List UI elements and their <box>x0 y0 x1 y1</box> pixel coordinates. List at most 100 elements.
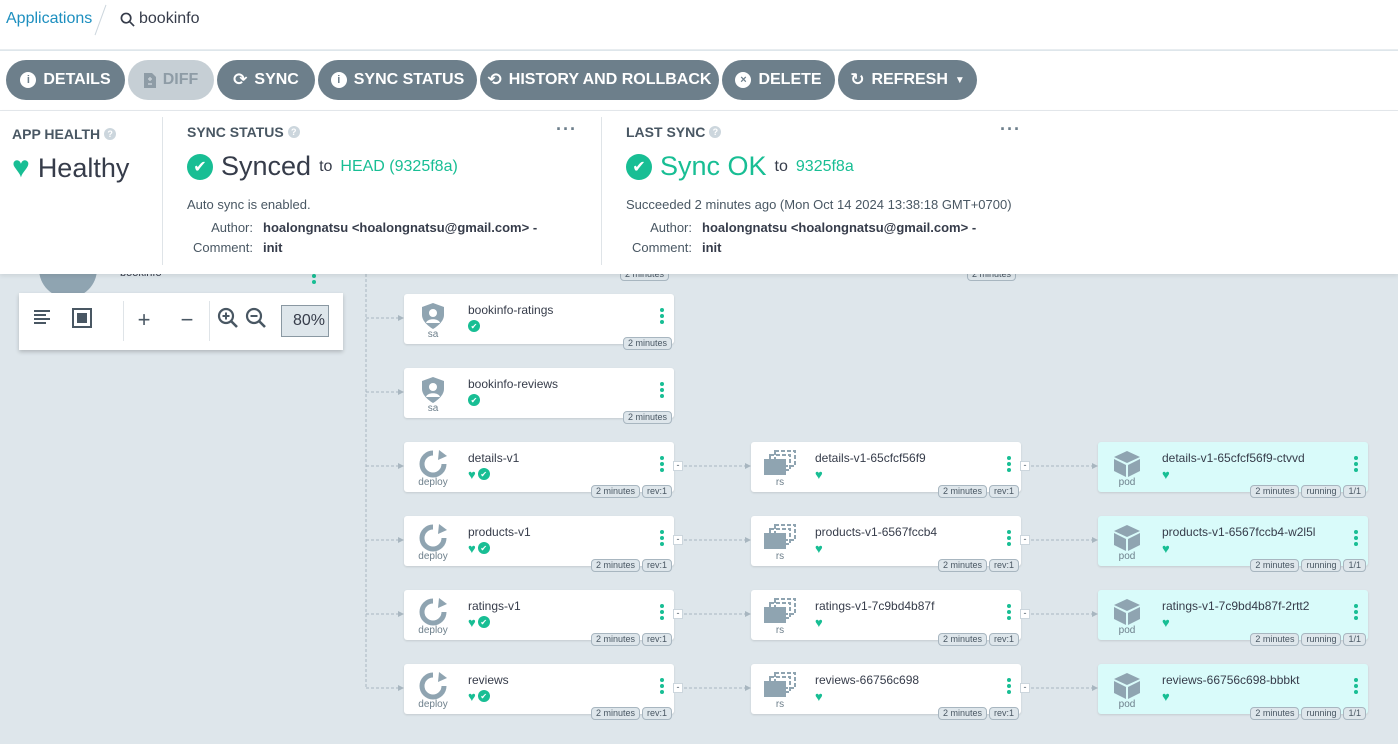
divider <box>123 301 124 341</box>
breadcrumb-applications-link[interactable]: Applications <box>6 10 92 28</box>
breadcrumb-app-name: bookinfo <box>139 10 200 27</box>
graph-tools: + − 80% <box>19 293 343 350</box>
resource-menu-icon[interactable] <box>1354 530 1358 548</box>
expand-all-icon[interactable]: + <box>131 307 157 333</box>
pod-ready-tag: 1/1 <box>1343 485 1366 498</box>
resource-node-rs[interactable]: rs products-v1-6567fccb4 ♥ - 2 minutes re… <box>751 516 1030 572</box>
collapse-toggle[interactable]: - <box>673 461 683 471</box>
resource-node-pod[interactable]: pod reviews-66756c698-bbbkt ♥ 2 minutes r… <box>1098 664 1368 720</box>
last-sync-author-row: Author: hoalongnatsu <hoalongnatsu@gmail… <box>626 220 976 235</box>
resource-node-rs[interactable]: rs reviews-66756c698 ♥ - 2 minutes rev:1 <box>751 664 1030 720</box>
resource-menu-icon[interactable] <box>660 308 664 326</box>
resource-menu-icon[interactable] <box>660 604 664 622</box>
collapse-toggle[interactable]: - <box>673 683 683 693</box>
zoom-in-icon[interactable] <box>199 307 238 333</box>
heart-icon: ♥ <box>12 151 30 184</box>
age-tag: 2 minutes <box>937 485 987 498</box>
collapse-toggle[interactable]: - <box>1020 683 1030 693</box>
resource-node-rs[interactable]: rs ratings-v1-7c9bd4b87f ♥ - 2 minutes re… <box>751 590 1030 646</box>
pod-state-tag: running <box>1301 559 1342 572</box>
author-value: hoalongnatsu <hoalongnatsu@gmail.com> - <box>263 220 538 235</box>
resource-menu-icon[interactable] <box>1354 678 1358 696</box>
resource-node-deploy[interactable]: deploy details-v1 ♥ ✔ - 2 minutes rev:1 <box>404 442 683 498</box>
last-sync-revision-link[interactable]: 9325f8a <box>796 158 854 176</box>
resource-kind: deploy <box>418 477 448 488</box>
pod-ready-tag: 1/1 <box>1343 707 1366 720</box>
resource-menu-icon[interactable] <box>1007 456 1011 474</box>
resource-node-sa[interactable]: sa bookinfo-ratings ✔ 2 minutes <box>404 294 674 350</box>
resource-menu-icon[interactable] <box>1354 604 1358 622</box>
last-sync-comment-row: Comment: init <box>626 240 721 255</box>
history-rollback-button[interactable]: ⟲ HISTORY AND ROLLBACK <box>480 60 719 100</box>
revision-tag: rev:1 <box>988 559 1019 572</box>
diff-button[interactable]: DIFF <box>128 60 214 100</box>
resource-node-rs[interactable]: rs details-v1-65cfcf56f9 ♥ - 2 minutes re… <box>751 442 1030 498</box>
resource-tree[interactable]: bookinfo 2 minutes 2 minutes + − 80% sa … <box>0 254 1398 744</box>
sync-comment-row: Comment: init <box>187 240 282 255</box>
revision-tag: rev:1 <box>641 633 672 646</box>
resource-kind: rs <box>775 699 785 710</box>
zoom-level-input[interactable]: 80% <box>281 305 329 337</box>
heart-icon: ♥ <box>815 541 823 556</box>
fit-screen-icon[interactable] <box>69 307 95 333</box>
close-circle-icon: × <box>735 72 752 88</box>
replicaset-icon: rs <box>763 524 797 564</box>
breadcrumb-app-selector[interactable]: bookinfo <box>120 10 200 28</box>
collapse-toggle[interactable]: - <box>1020 609 1030 619</box>
app-health-title: APP HEALTH ? <box>12 126 117 142</box>
resource-name: bookinfo-reviews <box>468 377 559 391</box>
help-icon[interactable]: ? <box>287 126 300 138</box>
resource-menu-icon[interactable] <box>1007 530 1011 548</box>
last-sync-title-text: LAST SYNC <box>626 124 706 140</box>
resource-menu-icon[interactable] <box>660 678 664 696</box>
help-icon[interactable]: ? <box>104 128 117 140</box>
resource-kind: pod <box>1118 551 1136 562</box>
collapse-all-icon[interactable]: − <box>174 307 200 333</box>
help-icon[interactable]: ? <box>709 126 722 138</box>
collapse-toggle[interactable]: - <box>673 535 683 545</box>
resource-node-pod[interactable]: pod ratings-v1-7c9bd4b87f-2rtt2 ♥ 2 minu… <box>1098 590 1368 646</box>
resource-node-pod[interactable]: pod details-v1-65cfcf56f9-ctvvd ♥ 2 minu… <box>1098 442 1368 498</box>
resource-node-pod[interactable]: pod products-v1-6567fccb4-w2l5l ♥ 2 minu… <box>1098 516 1368 572</box>
synced-icon: ✔ <box>477 542 490 554</box>
resource-name: products-v1-6567fccb4-w2l5l <box>1162 525 1316 539</box>
list-view-icon[interactable] <box>29 307 55 333</box>
details-button[interactable]: i DETAILS <box>6 60 125 100</box>
more-icon[interactable]: ··· <box>556 119 577 140</box>
collapse-toggle[interactable]: - <box>673 609 683 619</box>
resource-menu-icon[interactable] <box>1007 604 1011 622</box>
heart-icon: ♥ <box>1162 615 1170 630</box>
more-icon[interactable]: ··· <box>1000 119 1021 140</box>
resource-menu-icon[interactable] <box>660 382 664 400</box>
deployment-icon: deploy <box>416 672 450 712</box>
root-menu-icon[interactable] <box>312 274 316 286</box>
pod-state-tag: running <box>1301 633 1342 646</box>
age-tag: 2 minutes <box>590 559 640 572</box>
refresh-button[interactable]: ↻ REFRESH ▼ <box>838 60 977 100</box>
sync-to-label: to <box>319 157 333 175</box>
resource-node-deploy[interactable]: deploy reviews ♥ ✔ - 2 minutes rev:1 <box>404 664 683 720</box>
collapse-toggle[interactable]: - <box>1020 535 1030 545</box>
deployment-icon: deploy <box>416 598 450 638</box>
sync-button[interactable]: ⟳ SYNC <box>217 60 315 100</box>
sync-status-button[interactable]: i SYNC STATUS <box>318 60 477 100</box>
resource-menu-icon[interactable] <box>660 530 664 548</box>
pod-state-tag: running <box>1301 707 1342 720</box>
resource-node-sa[interactable]: sa bookinfo-reviews ✔ 2 minutes <box>404 368 674 424</box>
revision-tag: rev:1 <box>641 559 672 572</box>
sync-revision-link[interactable]: HEAD (9325f8a) <box>340 158 457 176</box>
heart-icon: ♥ <box>815 689 823 704</box>
refresh-button-label: REFRESH <box>871 71 948 88</box>
resource-node-deploy[interactable]: deploy ratings-v1 ♥ ✔ - 2 minutes rev:1 <box>404 590 683 646</box>
collapse-toggle[interactable]: - <box>1020 461 1030 471</box>
resource-node-deploy[interactable]: deploy products-v1 ♥ ✔ - 2 minutes rev:1 <box>404 516 683 572</box>
breadcrumb-bar: Applications bookinfo <box>0 0 1398 50</box>
resource-menu-icon[interactable] <box>1007 678 1011 696</box>
zoom-out-icon[interactable] <box>243 307 269 333</box>
delete-button[interactable]: × DELETE <box>722 60 835 100</box>
age-tag: 2 minutes <box>1250 707 1300 720</box>
resource-menu-icon[interactable] <box>660 456 664 474</box>
age-tag: 2 minutes <box>937 559 987 572</box>
resource-name: details-v1-65cfcf56f9 <box>815 451 926 465</box>
resource-menu-icon[interactable] <box>1354 456 1358 474</box>
